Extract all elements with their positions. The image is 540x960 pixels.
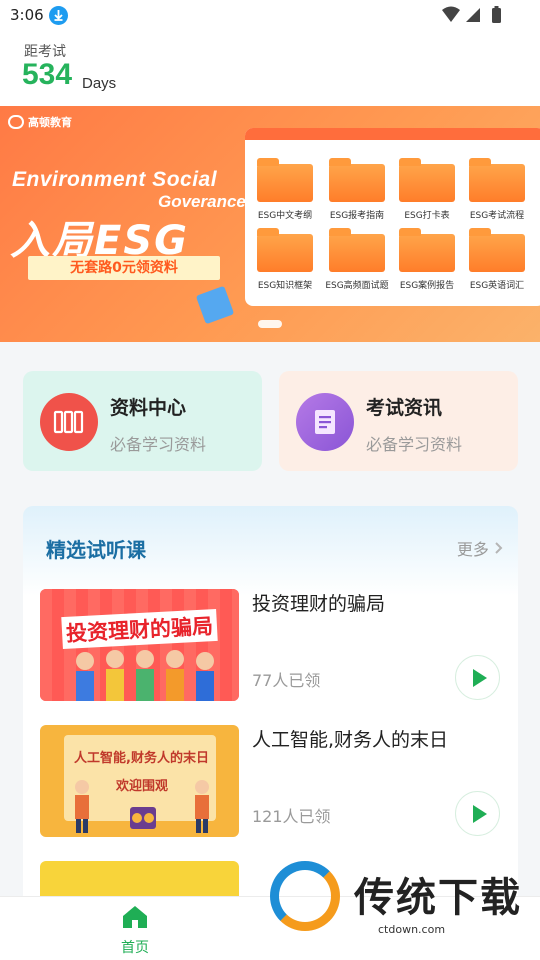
countdown-days: 534 bbox=[22, 58, 73, 91]
card-title: 考试资讯 bbox=[366, 397, 443, 419]
folder-icon bbox=[329, 158, 385, 202]
brand-mark-icon bbox=[8, 115, 24, 129]
carousel-indicator bbox=[258, 320, 282, 328]
folder-label: ESG考试流程 bbox=[469, 211, 525, 221]
status-bar: 3:06 bbox=[0, 0, 540, 32]
home-icon bbox=[123, 906, 147, 928]
card-exam-news[interactable]: 考试资讯 必备学习资料 bbox=[279, 371, 518, 471]
section-title: 精选试听课 bbox=[46, 538, 146, 562]
folder-icon bbox=[257, 158, 313, 202]
status-time: 3:06 bbox=[10, 6, 44, 24]
folder-label: ESG案例报告 bbox=[399, 281, 455, 291]
card-resource-center[interactable]: 资料中心 必备学习资料 bbox=[23, 371, 262, 471]
folder-label: ESG报考指南 bbox=[329, 211, 385, 221]
folder-icon bbox=[399, 228, 455, 272]
people-illustration-icon bbox=[76, 650, 214, 701]
tab-home-label: 首页 bbox=[121, 940, 149, 956]
folder-icon bbox=[469, 228, 525, 272]
chevron-right-icon bbox=[494, 540, 504, 559]
folder-item: ESG知识框架 bbox=[253, 228, 317, 291]
folder-label: ESG打卡表 bbox=[404, 211, 450, 221]
folder-label: ESG高频面试题 bbox=[325, 281, 389, 291]
folder-icon bbox=[257, 228, 313, 272]
banner-tagline: 无套路0元领资料 bbox=[28, 256, 220, 280]
countdown-unit: Days bbox=[82, 75, 117, 92]
course-thumbnail: 人工智能,财务人的末日 欢迎围观 bbox=[40, 725, 239, 837]
folder-icon bbox=[469, 158, 525, 202]
people-illustration-icon bbox=[75, 780, 209, 833]
watermark-url: ctdown.com bbox=[378, 923, 446, 936]
course-title: 投资理财的骗局 bbox=[252, 593, 386, 615]
banner-headline-en-1: Environment Social bbox=[12, 168, 218, 191]
promo-banner[interactable]: 高顿教育 Environment Social Goverance 入局ESG … bbox=[0, 106, 540, 342]
system-status-icons bbox=[442, 6, 501, 23]
thumb-title: 人工智能,财务人的末日 bbox=[74, 751, 209, 766]
more-label: 更多 bbox=[456, 540, 489, 559]
folder-item: ESG英语词汇 bbox=[465, 228, 529, 291]
folder-label: ESG知识框架 bbox=[257, 281, 313, 291]
play-button[interactable] bbox=[455, 791, 500, 836]
folder-label: ESG中文考纲 bbox=[257, 211, 313, 221]
watermark: 传统下载 ctdown.com bbox=[268, 855, 530, 936]
course-item[interactable]: 投资理财的骗局 投资理财的骗局 77人已领 bbox=[40, 589, 510, 701]
card-subtitle: 必备学习资料 bbox=[366, 435, 463, 454]
document-icon bbox=[296, 393, 354, 451]
exam-countdown: 距考试 534 Days bbox=[0, 32, 540, 106]
folder-item: ESG打卡表 bbox=[395, 158, 459, 221]
course-title: 人工智能,财务人的末日 bbox=[252, 729, 449, 751]
board-header-bar bbox=[245, 128, 540, 140]
folder-item: ESG考试流程 bbox=[465, 158, 529, 221]
course-thumbnail: 投资理财的骗局 bbox=[40, 589, 239, 701]
folder-icon bbox=[399, 158, 455, 202]
brand-name: 高顿教育 bbox=[28, 116, 72, 129]
course-count: 77人已领 bbox=[252, 671, 321, 690]
watermark-logo-icon bbox=[270, 861, 340, 931]
download-notification-icon bbox=[49, 6, 68, 25]
brand-logo: 高顿教育 bbox=[8, 114, 72, 130]
book-icon bbox=[40, 393, 98, 451]
folder-item: ESG高频面试题 bbox=[325, 228, 389, 291]
folder-label: ESG英语词汇 bbox=[469, 281, 525, 291]
play-button[interactable] bbox=[455, 655, 500, 700]
folder-board: ESG中文考纲 ESG报考指南 ESG打卡表 ESG考试流程 ESG知识框架 E… bbox=[245, 128, 540, 306]
cube-decoration-icon bbox=[195, 285, 235, 325]
folder-item: ESG报考指南 bbox=[325, 158, 389, 221]
more-link[interactable]: 更多 bbox=[457, 536, 504, 560]
tab-home[interactable]: 首页 bbox=[114, 905, 156, 957]
featured-courses-section: 精选试听课 更多 投资理财的骗局 投资理财的骗局 77人已领 人工智能,财务人的… bbox=[23, 506, 518, 906]
folder-icon bbox=[329, 228, 385, 272]
folder-item: ESG中文考纲 bbox=[253, 158, 317, 221]
course-item[interactable]: 人工智能,财务人的末日 欢迎围观 人工智能,财务人的末日 121人已领 bbox=[40, 725, 510, 837]
watermark-text: 传统下载 bbox=[354, 875, 522, 921]
card-title: 资料中心 bbox=[110, 397, 187, 419]
card-subtitle: 必备学习资料 bbox=[110, 435, 207, 454]
course-count: 121人已领 bbox=[252, 807, 331, 826]
folder-item: ESG案例报告 bbox=[395, 228, 459, 291]
